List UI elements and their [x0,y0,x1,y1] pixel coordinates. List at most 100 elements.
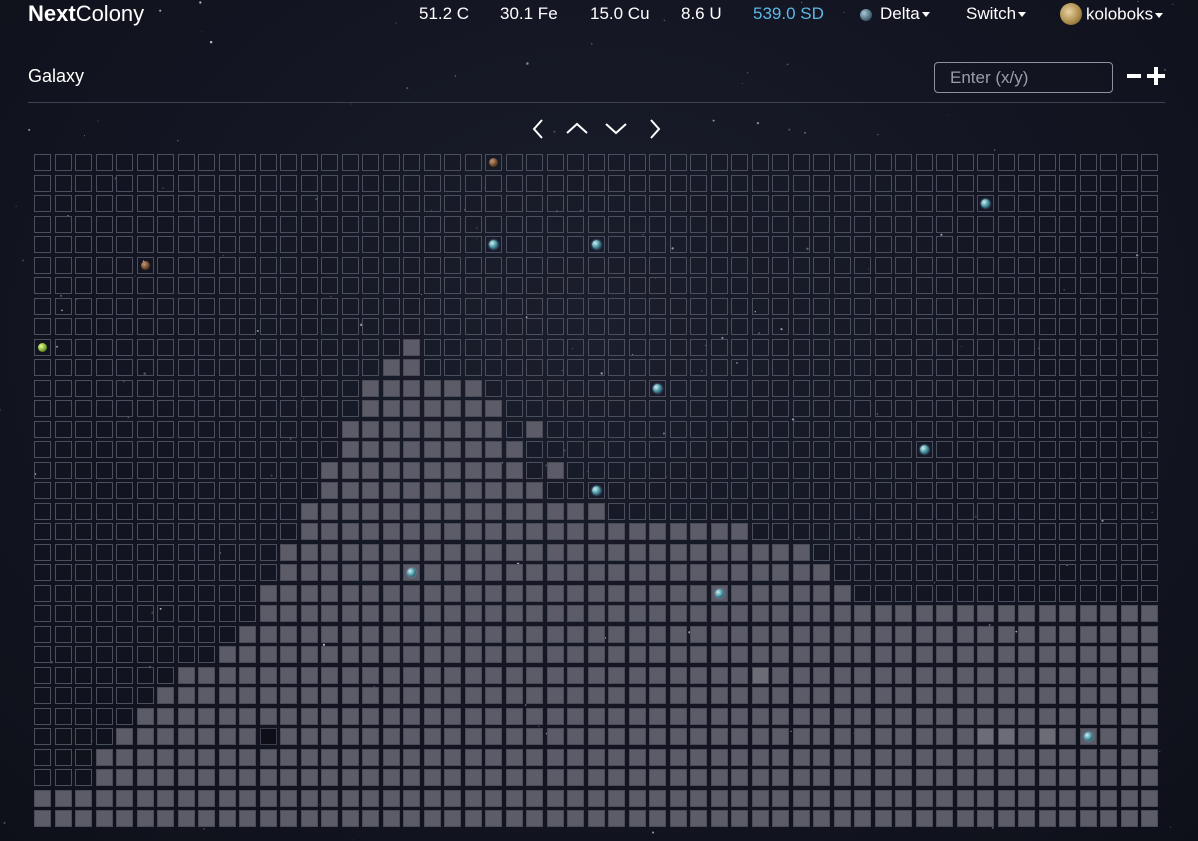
map-cell[interactable] [670,298,687,315]
map-cell[interactable] [1039,523,1056,540]
chevron-right-icon[interactable] [649,119,661,139]
map-cell[interactable] [219,441,236,458]
map-cell[interactable] [116,667,133,684]
map-cell[interactable] [1121,687,1138,704]
map-cell[interactable] [977,400,994,417]
map-cell[interactable] [75,277,92,294]
map-cell[interactable] [219,769,236,786]
map-cell[interactable] [55,298,72,315]
map-cell[interactable] [526,503,543,520]
map-cell[interactable] [219,359,236,376]
map-cell[interactable] [834,298,851,315]
map-cell[interactable] [1100,482,1117,499]
map-cell[interactable] [485,175,502,192]
map-cell[interactable] [1141,544,1158,561]
map-cell[interactable] [260,318,277,335]
map-cell[interactable] [547,154,564,171]
map-cell[interactable] [485,298,502,315]
map-cell[interactable] [506,523,523,540]
map-cell[interactable] [834,585,851,602]
map-cell[interactable] [649,339,666,356]
map-cell[interactable] [895,400,912,417]
map-cell[interactable] [383,175,400,192]
map-cell[interactable] [403,687,420,704]
map-cell[interactable] [424,708,441,725]
map-cell[interactable] [793,421,810,438]
map-cell[interactable] [813,400,830,417]
map-cell[interactable] [424,216,441,233]
map-cell[interactable] [957,564,974,581]
map-cell[interactable] [977,236,994,253]
map-cell[interactable] [362,359,379,376]
map-cell[interactable] [711,257,728,274]
map-cell[interactable] [424,544,441,561]
map-cell[interactable] [547,749,564,766]
map-cell[interactable] [424,318,441,335]
map-cell[interactable] [670,421,687,438]
map-cell[interactable] [321,421,338,438]
map-cell[interactable] [957,277,974,294]
map-cell[interactable] [772,749,789,766]
map-cell[interactable] [465,790,482,807]
map-cell[interactable] [321,605,338,622]
map-cell[interactable] [116,482,133,499]
map-cell[interactable] [1100,400,1117,417]
map-cell[interactable] [567,564,584,581]
map-cell[interactable] [444,380,461,397]
map-cell[interactable] [96,544,113,561]
map-cell[interactable] [547,810,564,827]
map-cell[interactable] [178,749,195,766]
map-cell[interactable] [137,605,154,622]
map-cell[interactable] [219,503,236,520]
map-cell[interactable] [567,605,584,622]
map-cell[interactable] [629,318,646,335]
map-cell[interactable] [936,359,953,376]
map-cell[interactable] [34,277,51,294]
map-cell[interactable] [75,441,92,458]
map-cell[interactable] [96,195,113,212]
map-cell[interactable] [1059,257,1076,274]
map-cell[interactable] [1018,523,1035,540]
map-cell[interactable] [854,298,871,315]
map-cell[interactable] [1100,236,1117,253]
map-cell[interactable] [96,769,113,786]
map-cell[interactable] [362,667,379,684]
map-cell[interactable] [567,400,584,417]
map-cell[interactable] [424,277,441,294]
map-cell[interactable] [936,687,953,704]
map-cell[interactable] [362,790,379,807]
map-cell[interactable] [526,175,543,192]
map-cell[interactable] [1039,564,1056,581]
map-cell[interactable] [157,605,174,622]
map-cell[interactable] [383,298,400,315]
map-cell[interactable] [383,216,400,233]
map-cell[interactable] [813,667,830,684]
map-cell[interactable] [752,626,769,643]
map-cell[interactable] [137,687,154,704]
map-cell[interactable] [1100,605,1117,622]
map-cell[interactable] [608,277,625,294]
map-cell[interactable] [342,810,359,827]
map-cell[interactable] [936,339,953,356]
map-cell[interactable] [403,400,420,417]
map-cell[interactable] [1100,585,1117,602]
map-cell[interactable] [403,195,420,212]
map-cell[interactable] [1141,400,1158,417]
map-cell[interactable] [342,154,359,171]
map-cell[interactable] [690,380,707,397]
map-cell[interactable] [403,236,420,253]
chevron-up-icon[interactable] [566,122,588,134]
map-cell[interactable] [198,482,215,499]
map-cell[interactable] [280,318,297,335]
map-cell[interactable] [280,708,297,725]
map-cell[interactable] [465,544,482,561]
map-cell[interactable] [157,318,174,335]
map-cell[interactable] [711,626,728,643]
map-cell[interactable] [649,728,666,745]
map-cell[interactable] [649,523,666,540]
map-cell[interactable] [157,339,174,356]
map-cell[interactable] [649,585,666,602]
map-cell[interactable] [711,154,728,171]
map-cell[interactable] [75,298,92,315]
map-cell[interactable] [690,318,707,335]
